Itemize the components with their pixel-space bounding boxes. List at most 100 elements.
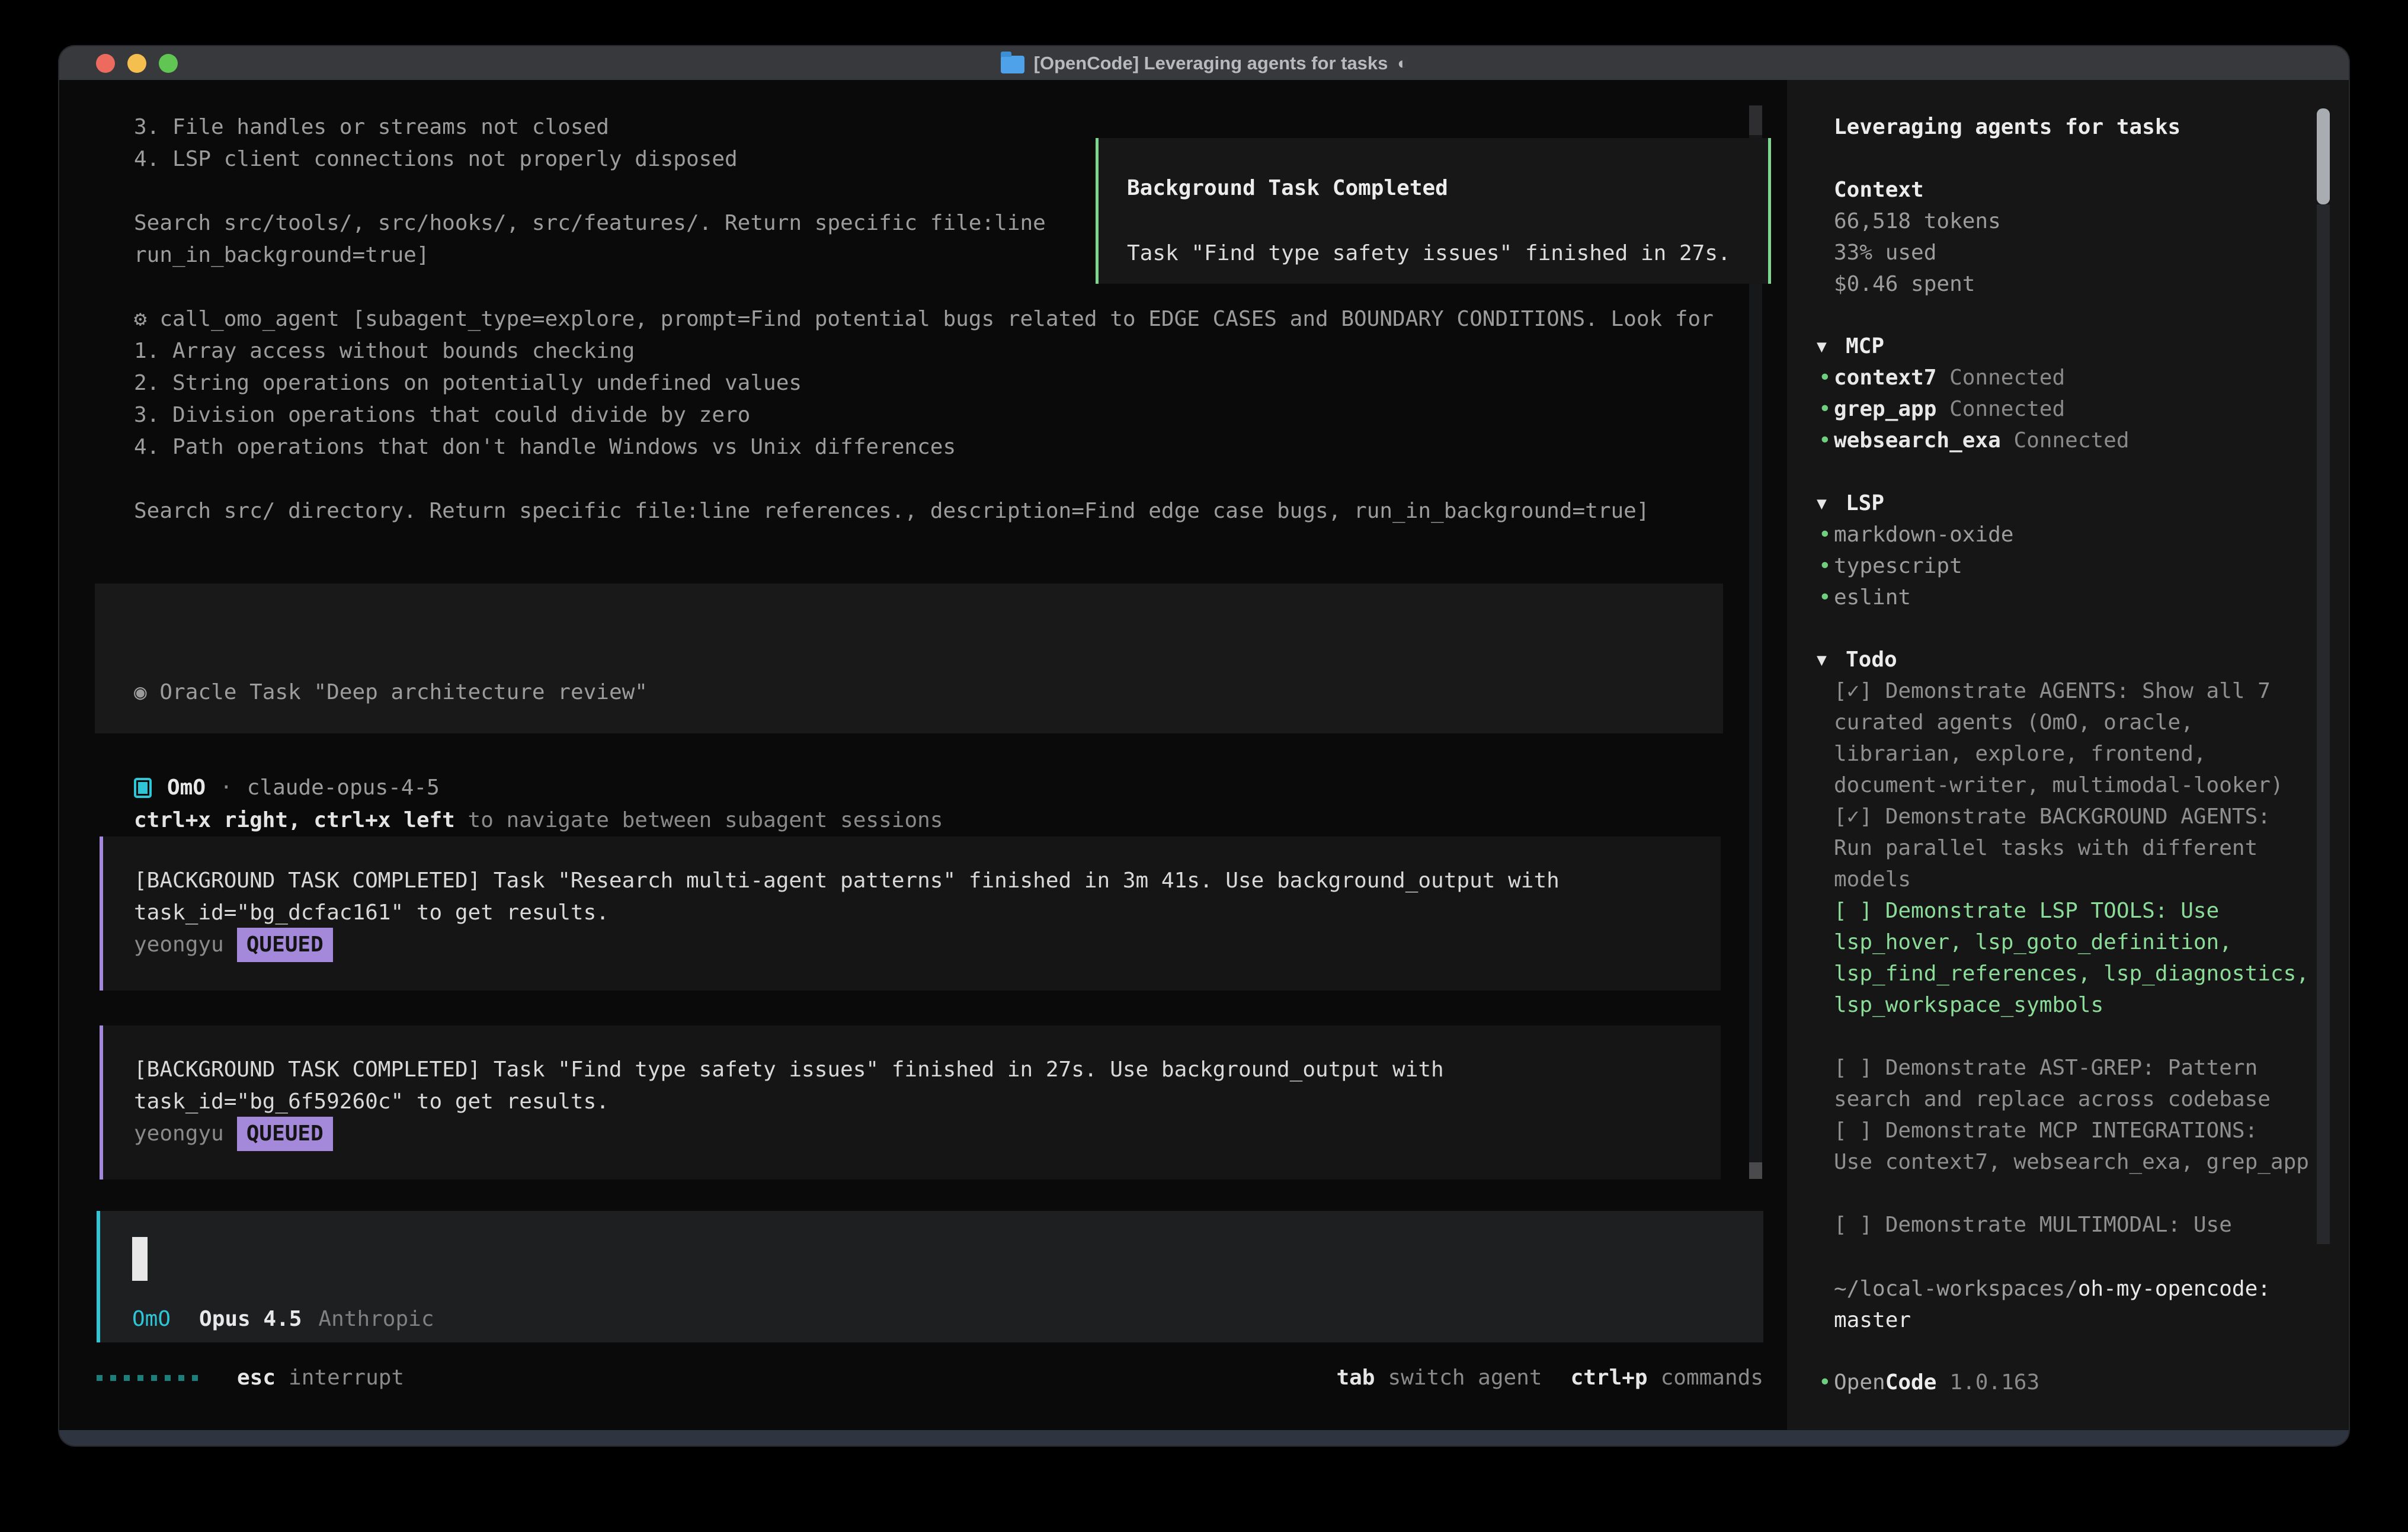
- todo-item: [ ] Demonstrate LSP TOOLS: Use lsp_hover…: [1834, 895, 2320, 1021]
- spinner-dots: [97, 1375, 198, 1381]
- terminal-scrollbar-thumb-bottom[interactable]: [1749, 1162, 1762, 1179]
- message-text: [BACKGROUND TASK COMPLETED] Task "Find t…: [134, 1054, 1674, 1118]
- sidebar-scrollbar-track: [2317, 204, 2330, 1244]
- window-title-group: [OpenCode] Leveraging agents for tasks ◐: [1001, 53, 1408, 74]
- product-name-b: Code: [1885, 1370, 1937, 1395]
- status-dot-icon: •: [1818, 519, 1831, 550]
- todo-item: [ ] Demonstrate MULTIMODAL: Use: [1834, 1209, 2320, 1241]
- terminal-line: 1. Array access without bounds checking: [134, 335, 1787, 367]
- lsp-server-item: •typescript: [1834, 550, 2320, 582]
- half-moon-icon: ◐: [1397, 54, 1407, 73]
- close-button[interactable]: [96, 54, 115, 73]
- toast-body: Task "Find type safety issues" finished …: [1127, 238, 1740, 270]
- todo-section-header[interactable]: ▼ Todo: [1817, 644, 2303, 675]
- sidebar-scrollbar[interactable]: [2317, 108, 2330, 1244]
- terminal-line: 4. Path operations that don't handle Win…: [134, 431, 1787, 463]
- message-meta: yeongyuQUEUED: [134, 1118, 1693, 1150]
- workspace-path-prefix: ~/local-workspaces/: [1834, 1277, 2078, 1301]
- text-cursor: [132, 1237, 148, 1281]
- mcp-server-name: websearch_exa: [1834, 428, 2001, 453]
- status-dot-icon: •: [1818, 393, 1831, 425]
- context-section: Context 66,518 tokens 33% used $0.46 spe…: [1834, 174, 2320, 300]
- prompt-input[interactable]: OmO Opus 4.5 Anthropic: [97, 1211, 1763, 1342]
- opencode-window: [OpenCode] Leveraging agents for tasks ◐…: [59, 46, 2349, 1446]
- spinner-dot-icon: [110, 1375, 116, 1381]
- mcp-server-name: grep_app: [1834, 397, 1936, 421]
- mcp-server-item: •websearch_exa Connected: [1834, 425, 2320, 456]
- mcp-server-status: Connected: [2013, 428, 2129, 453]
- session-title: Leveraging agents for tasks: [1834, 111, 2320, 143]
- lsp-section-header[interactable]: ▼ LSP: [1817, 488, 2303, 519]
- status-badge: QUEUED: [237, 928, 333, 962]
- spinner-dot-icon: [97, 1375, 103, 1381]
- mcp-server-status: Connected: [1949, 366, 2065, 390]
- background-task-toast: Background Task Completed Task "Find typ…: [1096, 138, 1771, 284]
- lsp-server-name: markdown-oxide: [1834, 523, 2013, 547]
- esc-key-hint: esc: [237, 1362, 276, 1394]
- message-author: yeongyu: [134, 929, 224, 961]
- status-dot-icon: •: [1818, 582, 1831, 613]
- subagent-nav-hint: ctrl+x right, ctrl+x left to navigate be…: [134, 805, 1723, 836]
- agent-separator: ·: [220, 772, 233, 804]
- ctrlp-key-hint: ctrl+p: [1571, 1362, 1648, 1394]
- agent-header: OmO · claude-opus-4-5: [134, 772, 440, 804]
- esc-key-label: interrupt: [289, 1362, 404, 1394]
- session-sidebar: Leveraging agents for tasks Context 66,5…: [1787, 80, 2349, 1430]
- input-provider-label: Anthropic: [318, 1303, 434, 1335]
- status-dot-icon: •: [1818, 362, 1831, 393]
- tab-key-hint: tab: [1336, 1362, 1375, 1394]
- ctrlp-key-label: commands: [1661, 1362, 1763, 1394]
- lsp-section: ▼ LSP •markdown-oxide•typescript•eslint: [1834, 488, 2320, 613]
- background-task-message: [BACKGROUND TASK COMPLETED] Task "Find t…: [100, 1025, 1721, 1180]
- context-spent: $0.46 spent: [1834, 268, 2320, 300]
- record-icon: ◉: [134, 680, 147, 704]
- traffic-lights: [96, 46, 178, 80]
- folder-icon: [1001, 56, 1024, 73]
- todo-section: ▼ Todo [✓] Demonstrate AGENTS: Show all …: [1834, 644, 2320, 1241]
- maximize-button[interactable]: [159, 54, 178, 73]
- status-bar: esc interrupt tab switch agent ctrl+p co…: [97, 1362, 1763, 1394]
- mcp-server-item: •grep_app Connected: [1834, 393, 2320, 425]
- mcp-server-name: context7: [1834, 366, 1936, 390]
- lsp-server-name: eslint: [1834, 585, 1911, 610]
- spinner-dot-icon: [137, 1375, 143, 1381]
- agent-model: claude-opus-4-5: [247, 772, 440, 804]
- spinner-dot-icon: [124, 1375, 130, 1381]
- mcp-server-status: Connected: [1949, 397, 2065, 421]
- status-dot-icon: •: [1818, 425, 1831, 456]
- todo-item: [✓] Demonstrate AGENTS: Show all 7 curat…: [1834, 675, 2320, 801]
- background-task-message: [BACKGROUND TASK COMPLETED] Task "Resear…: [100, 836, 1721, 991]
- oracle-task-panel: ◉ Oracle Task "Deep architecture review"…: [95, 584, 1723, 733]
- mcp-section: ▼ MCP •context7 Connected•grep_app Conne…: [1834, 331, 2320, 456]
- mcp-heading: MCP: [1846, 331, 1884, 362]
- input-agent-label: OmO: [132, 1303, 171, 1335]
- context-tokens: 66,518 tokens: [1834, 206, 2320, 237]
- workspace-branch: master: [1834, 1308, 1911, 1332]
- terminal-line: 2. String operations on potentially unde…: [134, 367, 1787, 399]
- lsp-heading: LSP: [1846, 488, 1884, 519]
- minimize-button[interactable]: [127, 54, 146, 73]
- todo-item: [✓] Demonstrate BACKGROUND AGENTS: Run p…: [1834, 801, 2320, 895]
- oracle-task-line: ◉ Oracle Task "Deep architecture review": [134, 677, 1723, 709]
- todo-item: [ ] Demonstrate MCP INTEGRATIONS: Use co…: [1834, 1115, 2320, 1178]
- chevron-down-icon: ▼: [1817, 331, 1846, 362]
- product-name-a: Open: [1834, 1370, 1885, 1395]
- sidebar-scrollbar-thumb[interactable]: [2317, 108, 2330, 204]
- terminal-scrollbar-thumb-top[interactable]: [1749, 105, 1762, 135]
- opencode-version: • OpenCode1.0.163: [1834, 1367, 2320, 1398]
- spinner-dot-icon: [151, 1375, 157, 1381]
- workspace-repo: oh-my-opencode:: [2078, 1277, 2271, 1301]
- terminal-line: Search src/ directory. Return specific f…: [134, 495, 1787, 527]
- spinner-dot-icon: [178, 1375, 184, 1381]
- terminal-line: 3. Division operations that could divide…: [134, 399, 1787, 431]
- terminal-pane: 3. File handles or streams not closed4. …: [59, 80, 1787, 1430]
- mcp-server-item: •context7 Connected: [1834, 362, 2320, 393]
- todo-heading: Todo: [1846, 644, 1897, 675]
- toast-title: Background Task Completed: [1127, 172, 1740, 204]
- window-titlebar[interactable]: [OpenCode] Leveraging agents for tasks ◐: [59, 46, 2349, 80]
- mcp-section-header[interactable]: ▼ MCP: [1817, 331, 2303, 362]
- tab-key-label: switch agent: [1388, 1362, 1542, 1394]
- context-used: 33% used: [1834, 237, 2320, 268]
- message-meta: yeongyu QUEUED: [134, 929, 1693, 961]
- context-heading: Context: [1834, 174, 2320, 206]
